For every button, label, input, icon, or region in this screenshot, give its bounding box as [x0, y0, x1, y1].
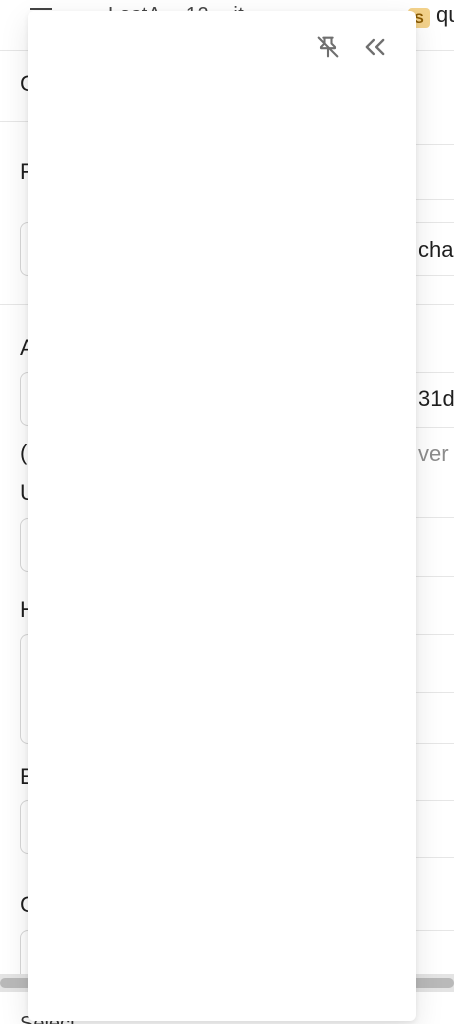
right-text-1: cha — [418, 237, 454, 262]
right-text-2: 31d — [418, 386, 454, 411]
right-row-4[interactable] — [416, 517, 454, 577]
left-divider-1 — [0, 121, 28, 122]
floating-sidebar-panel — [28, 11, 416, 1021]
top-partial-text: qu — [436, 2, 454, 27]
right-row-8[interactable] — [416, 930, 454, 975]
right-row-5[interactable] — [416, 634, 454, 694]
right-text-3: ver a — [418, 441, 454, 466]
right-divider-1 — [416, 304, 454, 305]
left-label-4: ( — [20, 440, 28, 465]
unpin-icon[interactable] — [314, 33, 342, 61]
right-row-1 — [416, 144, 454, 200]
right-row-6[interactable] — [416, 692, 454, 744]
right-row-7[interactable] — [416, 800, 454, 858]
left-divider-2 — [0, 304, 28, 305]
browser-viewport: LastA... 12 ...it ... S qu C F A ( U H E… — [0, 0, 454, 1024]
double-chevron-left-icon[interactable] — [361, 33, 389, 61]
